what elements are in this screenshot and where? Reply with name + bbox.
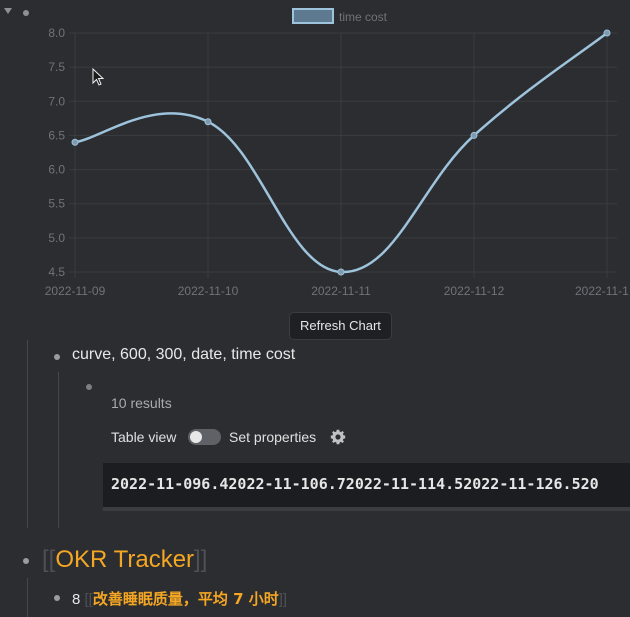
data-point: [204, 118, 212, 126]
x-tick-label: 2022-11-1: [575, 284, 629, 298]
block-bullet[interactable]: [86, 384, 92, 390]
legend-swatch: [292, 8, 334, 24]
y-tick-label: 5.5: [48, 197, 65, 211]
close-bracket: ]]: [278, 591, 288, 608]
y-tick-label: 6.0: [48, 163, 65, 177]
y-tick-label: 8.0: [48, 26, 65, 40]
x-tick-label: 2022-11-09: [45, 284, 106, 298]
x-tick-label: 2022-11-10: [178, 284, 239, 298]
outline-guide-okr: [27, 578, 28, 617]
okr-item[interactable]: 8 [[改善睡眠质量，平均 7 小时]]: [72, 588, 287, 609]
block-bullet[interactable]: [23, 558, 29, 564]
y-axis-ticks: 8.0 7.5 7.0 6.5 6.0 5.5 5.0 4.5: [48, 26, 65, 279]
close-bracket: ]]: [194, 546, 208, 573]
okr-title[interactable]: OKR Tracker: [55, 546, 194, 573]
outline-guide: [27, 340, 28, 528]
table-view-toggle[interactable]: [188, 429, 221, 445]
data-point: [71, 138, 79, 146]
query-text[interactable]: curve, 600, 300, date, time cost: [72, 346, 295, 364]
x-tick-label: 2022-11-11: [311, 284, 371, 298]
okr-item-link[interactable]: 改善睡眠质量，平均 7 小时: [93, 590, 279, 608]
table-view-label: Table view: [111, 429, 177, 445]
y-tick-label: 6.5: [48, 128, 65, 142]
okr-page-ref[interactable]: [[OKR Tracker]]: [42, 546, 207, 574]
open-bracket: [[: [42, 546, 56, 573]
line-chart: 8.0 7.5 7.0 6.5 6.0 5.5 5.0 4.5 2022-11-09 2022-…: [45, 8, 629, 298]
data-point: [337, 268, 345, 276]
okr-item-number: 8: [72, 591, 81, 608]
y-tick-label: 7.0: [48, 94, 65, 108]
mouse-cursor-icon: [92, 68, 105, 86]
chart-grid: [69, 32, 617, 278]
x-axis-ticks: 2022-11-09 2022-11-10 2022-11-11 2022-11-12…: [45, 284, 629, 298]
open-bracket: [[: [84, 591, 93, 608]
y-tick-label: 7.5: [48, 60, 65, 74]
x-tick-label: 2022-11-12: [444, 284, 505, 298]
code-text: 2022-11-096.42022-11-106.72022-11-114.52…: [111, 475, 599, 493]
code-block[interactable]: 2022-11-096.42022-11-106.72022-11-114.52…: [103, 463, 630, 511]
gear-icon[interactable]: [330, 429, 346, 445]
data-point: [603, 29, 611, 37]
block-bullet[interactable]: [54, 595, 60, 601]
block-bullet[interactable]: [54, 354, 60, 360]
set-properties-button[interactable]: Set properties: [229, 429, 316, 445]
legend-label: time cost: [339, 10, 388, 24]
results-count: 10 results: [111, 395, 172, 411]
outline-guide-nested: [58, 372, 59, 528]
y-tick-label: 5.0: [48, 231, 65, 245]
toggle-knob: [190, 431, 202, 443]
y-tick-label: 4.5: [48, 265, 65, 279]
refresh-chart-button[interactable]: Refresh Chart: [289, 312, 392, 340]
data-point: [470, 131, 478, 139]
